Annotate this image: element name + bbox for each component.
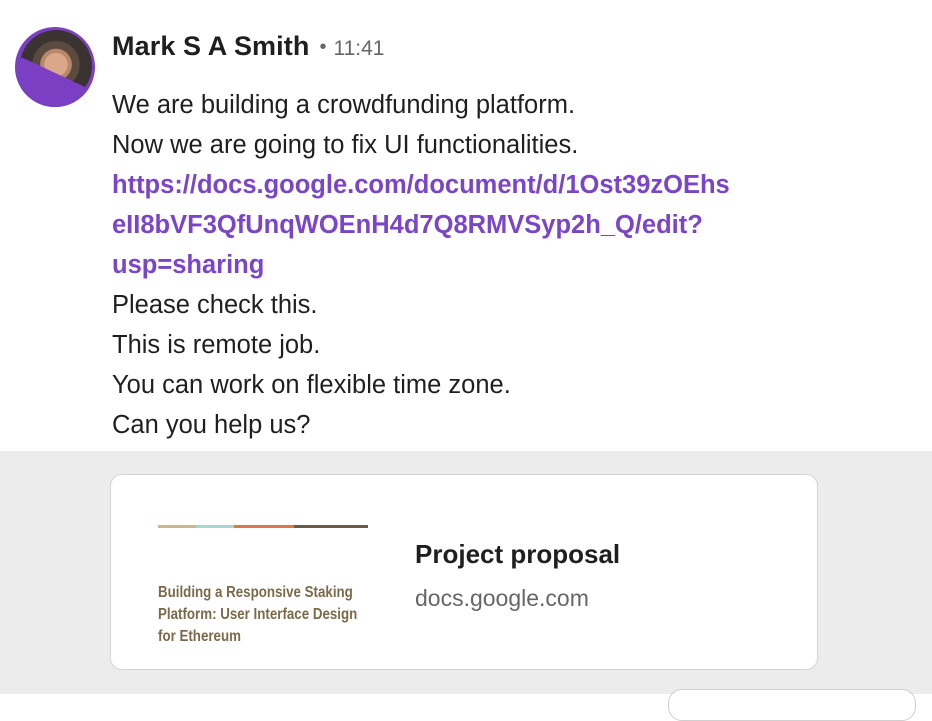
link-preview-area: Building a Responsive Staking Platform: … xyxy=(0,451,932,721)
timestamp: 11:41 xyxy=(333,37,385,60)
document-link[interactable]: https://docs.google.com/document/d/1Ost3… xyxy=(112,165,892,285)
message-line: Now we are going to fix UI functionaliti… xyxy=(112,131,579,159)
avatar[interactable]: #HIRING xyxy=(15,27,95,107)
thumbnail-bar xyxy=(234,525,294,528)
preview-domain: docs.google.com xyxy=(415,585,589,611)
thumbnail-title: Building a Responsive Staking Platform: … xyxy=(158,584,358,645)
document-link-line[interactable]: eII8bVF3QfUnqWOEnH4d7Q8RMVSyp2h_Q/edit? xyxy=(112,205,892,245)
message-area: #HIRING Mark S A Smith • 11:41 We are bu… xyxy=(0,0,932,451)
message-line: This is remote job. xyxy=(112,331,321,359)
thumbnail-bar xyxy=(294,525,368,528)
document-link-line[interactable]: usp=sharing xyxy=(112,245,892,285)
thumbnail-color-bars xyxy=(158,525,368,528)
message-body: We are building a crowdfunding platform.… xyxy=(112,85,892,445)
message-line: You can work on flexible time zone. xyxy=(112,371,511,399)
preview-title[interactable]: Project proposal xyxy=(415,539,620,570)
document-link-line[interactable]: https://docs.google.com/document/d/1Ost3… xyxy=(112,165,892,205)
message-line: We are building a crowdfunding platform. xyxy=(112,91,576,119)
link-preview-card[interactable]: Building a Responsive Staking Platform: … xyxy=(110,474,818,670)
document-thumbnail: Building a Responsive Staking Platform: … xyxy=(158,525,370,655)
message-header: Mark S A Smith • 11:41 xyxy=(112,31,384,62)
message-line: Can you help us? xyxy=(112,411,311,439)
separator-dot: • xyxy=(319,36,327,58)
thumbnail-bar xyxy=(196,525,234,528)
message-line: Please check this. xyxy=(112,291,318,319)
thumbnail-bar xyxy=(158,525,196,528)
sender-name[interactable]: Mark S A Smith xyxy=(112,31,309,62)
